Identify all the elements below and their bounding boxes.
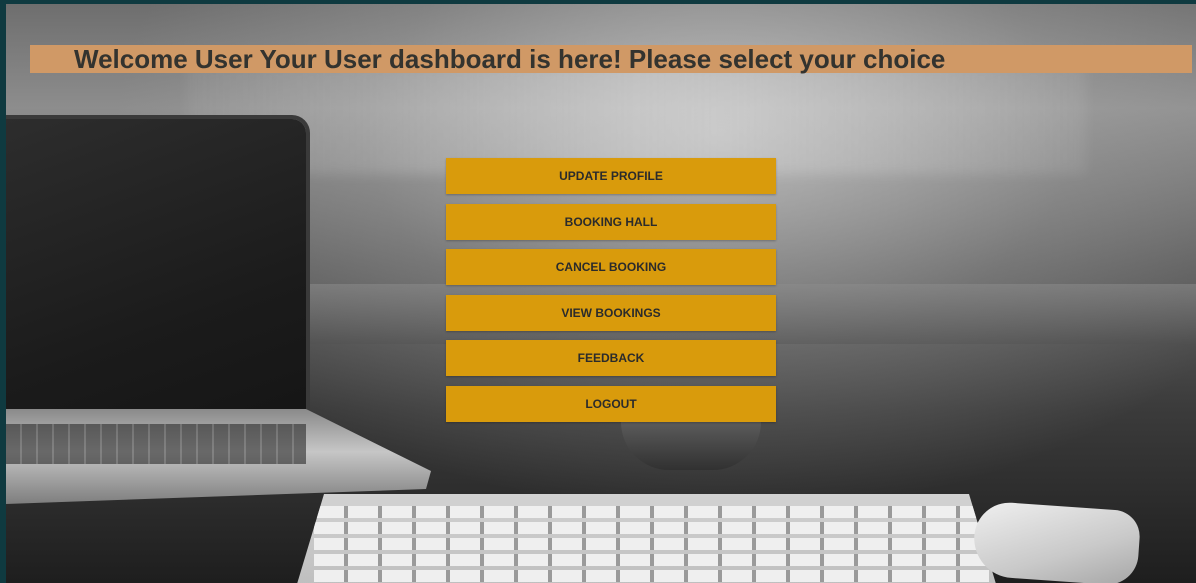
keyboard-row <box>314 570 989 582</box>
keyboard-row <box>314 554 989 566</box>
update-profile-button[interactable]: UPDATE PROFILE <box>446 158 776 194</box>
logout-button[interactable]: LOGOUT <box>446 385 776 422</box>
booking-hall-button[interactable]: BOOKING HALL <box>446 203 776 240</box>
background-laptop-screen <box>6 119 306 454</box>
background-laptop-keys <box>6 424 306 464</box>
keyboard-row <box>314 522 989 534</box>
background-mouse <box>971 500 1142 583</box>
cancel-booking-button[interactable]: CANCEL BOOKING <box>446 249 776 286</box>
view-bookings-button[interactable]: VIEW BOOKINGS <box>446 294 776 331</box>
welcome-banner: Welcome User Your User dashboard is here… <box>30 45 1192 73</box>
keyboard-row <box>314 538 989 550</box>
background-keyboard <box>294 494 999 583</box>
feedback-button[interactable]: FEEDBACK <box>446 340 776 377</box>
keyboard-row <box>314 506 989 518</box>
app-window: Welcome User Your User dashboard is here… <box>0 0 1196 583</box>
dashboard-menu: UPDATE PROFILE BOOKING HALL CANCEL BOOKI… <box>446 158 776 432</box>
welcome-heading: Welcome User Your User dashboard is here… <box>74 44 946 74</box>
